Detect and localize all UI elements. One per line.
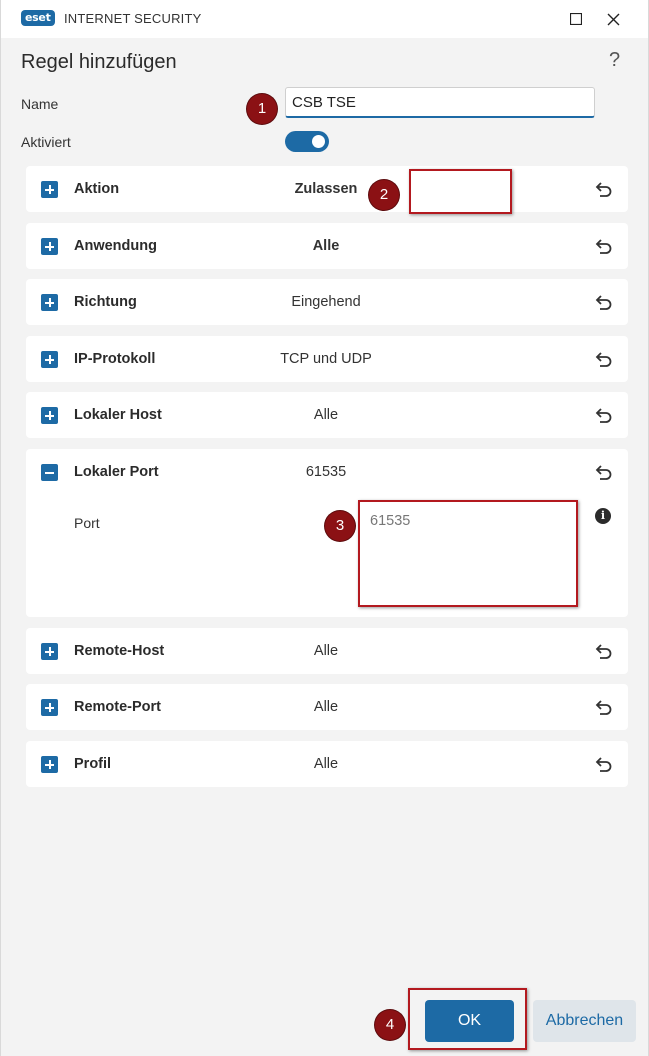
rule-card-remote-host: Remote-Host Alle	[26, 628, 628, 674]
annotation-box-action	[409, 169, 512, 214]
collapse-minus-icon[interactable]	[41, 464, 58, 481]
port-label: Port	[74, 515, 100, 531]
reset-icon[interactable]	[592, 640, 614, 662]
rule-value: TCP und UDP	[280, 351, 372, 367]
info-icon[interactable]: i	[595, 508, 611, 524]
annotation-box-port	[358, 500, 578, 607]
rule-card-remote-port: Remote-Port Alle	[26, 684, 628, 730]
activated-label: Aktiviert	[21, 134, 71, 150]
annotation-badge-2: 2	[369, 180, 399, 210]
toggle-knob	[312, 135, 325, 148]
rule-value: Alle	[313, 407, 339, 423]
rule-header[interactable]: Profil Alle	[26, 741, 628, 787]
dialog-title: Regel hinzufügen	[21, 51, 177, 73]
rule-header[interactable]: Lokaler Port 61535	[26, 449, 628, 495]
expand-plus-icon[interactable]	[41, 643, 58, 660]
rule-value: Alle	[312, 238, 340, 254]
expand-plus-icon[interactable]	[41, 407, 58, 424]
rule-header[interactable]: Remote-Port Alle	[26, 684, 628, 730]
rule-title: Anwendung	[74, 238, 157, 254]
rule-value: Alle	[313, 699, 339, 715]
rule-value: 61535	[305, 464, 347, 480]
reset-icon[interactable]	[592, 235, 614, 257]
rule-card-profil: Profil Alle	[26, 741, 628, 787]
rule-header[interactable]: Richtung Eingehend	[26, 279, 628, 325]
rule-header[interactable]: Aktion Zulassen	[26, 166, 628, 212]
reset-icon[interactable]	[592, 291, 614, 313]
expand-plus-icon[interactable]	[41, 699, 58, 716]
expand-plus-icon[interactable]	[41, 238, 58, 255]
cancel-button[interactable]: Abbrechen	[533, 1000, 636, 1042]
rule-value: Alle	[313, 643, 339, 659]
rule-header[interactable]: Lokaler Host Alle	[26, 392, 628, 438]
product-name: INTERNET SECURITY	[64, 11, 202, 26]
help-icon[interactable]: ?	[609, 49, 620, 72]
expand-plus-icon[interactable]	[41, 294, 58, 311]
close-icon	[607, 13, 619, 25]
rule-title: IP-Protokoll	[74, 351, 156, 367]
rule-card-richtung: Richtung Eingehend	[26, 279, 628, 325]
reset-icon[interactable]	[592, 178, 614, 200]
rule-card-anwendung: Anwendung Alle	[26, 223, 628, 269]
rule-card-lokaler-host: Lokaler Host Alle	[26, 392, 628, 438]
rule-title: Richtung	[74, 294, 137, 310]
rule-header[interactable]: IP-Protokoll TCP und UDP	[26, 336, 628, 382]
annotation-badge-3: 3	[325, 511, 355, 541]
reset-icon[interactable]	[592, 696, 614, 718]
rule-value: Alle	[313, 756, 339, 772]
rule-title: Remote-Host	[74, 643, 165, 659]
dialog-window: eset INTERNET SECURITY Regel hinzufügen …	[0, 0, 649, 1056]
close-button[interactable]	[600, 6, 626, 32]
reset-icon[interactable]	[592, 404, 614, 426]
activated-toggle[interactable]	[285, 131, 329, 152]
expand-plus-icon[interactable]	[41, 756, 58, 773]
name-label: Name	[21, 96, 59, 112]
rule-card-aktion: Aktion Zulassen	[26, 166, 628, 212]
rule-header[interactable]: Anwendung Alle	[26, 223, 628, 269]
rule-title: Lokaler Host	[74, 407, 162, 423]
rule-header[interactable]: Remote-Host Alle	[26, 628, 628, 674]
rule-value: Eingehend	[291, 294, 361, 310]
rule-title: Profil	[74, 756, 112, 772]
maximize-icon	[570, 13, 582, 25]
rule-title: Remote-Port	[74, 699, 162, 715]
reset-icon[interactable]	[592, 753, 614, 775]
expand-plus-icon[interactable]	[41, 351, 58, 368]
eset-logo: eset	[21, 10, 55, 26]
rule-title: Lokaler Port	[74, 464, 159, 480]
rule-card-ip-protokoll: IP-Protokoll TCP und UDP	[26, 336, 628, 382]
annotation-box-ok	[408, 988, 527, 1050]
annotation-badge-4: 4	[375, 1010, 405, 1040]
expand-plus-icon[interactable]	[41, 181, 58, 198]
name-input[interactable]	[285, 87, 595, 118]
annotation-badge-1: 1	[247, 94, 277, 124]
title-bar: eset INTERNET SECURITY	[1, 0, 648, 38]
reset-icon[interactable]	[592, 461, 614, 483]
maximize-button[interactable]	[563, 6, 589, 32]
reset-icon[interactable]	[592, 348, 614, 370]
rule-title: Aktion	[74, 181, 120, 197]
